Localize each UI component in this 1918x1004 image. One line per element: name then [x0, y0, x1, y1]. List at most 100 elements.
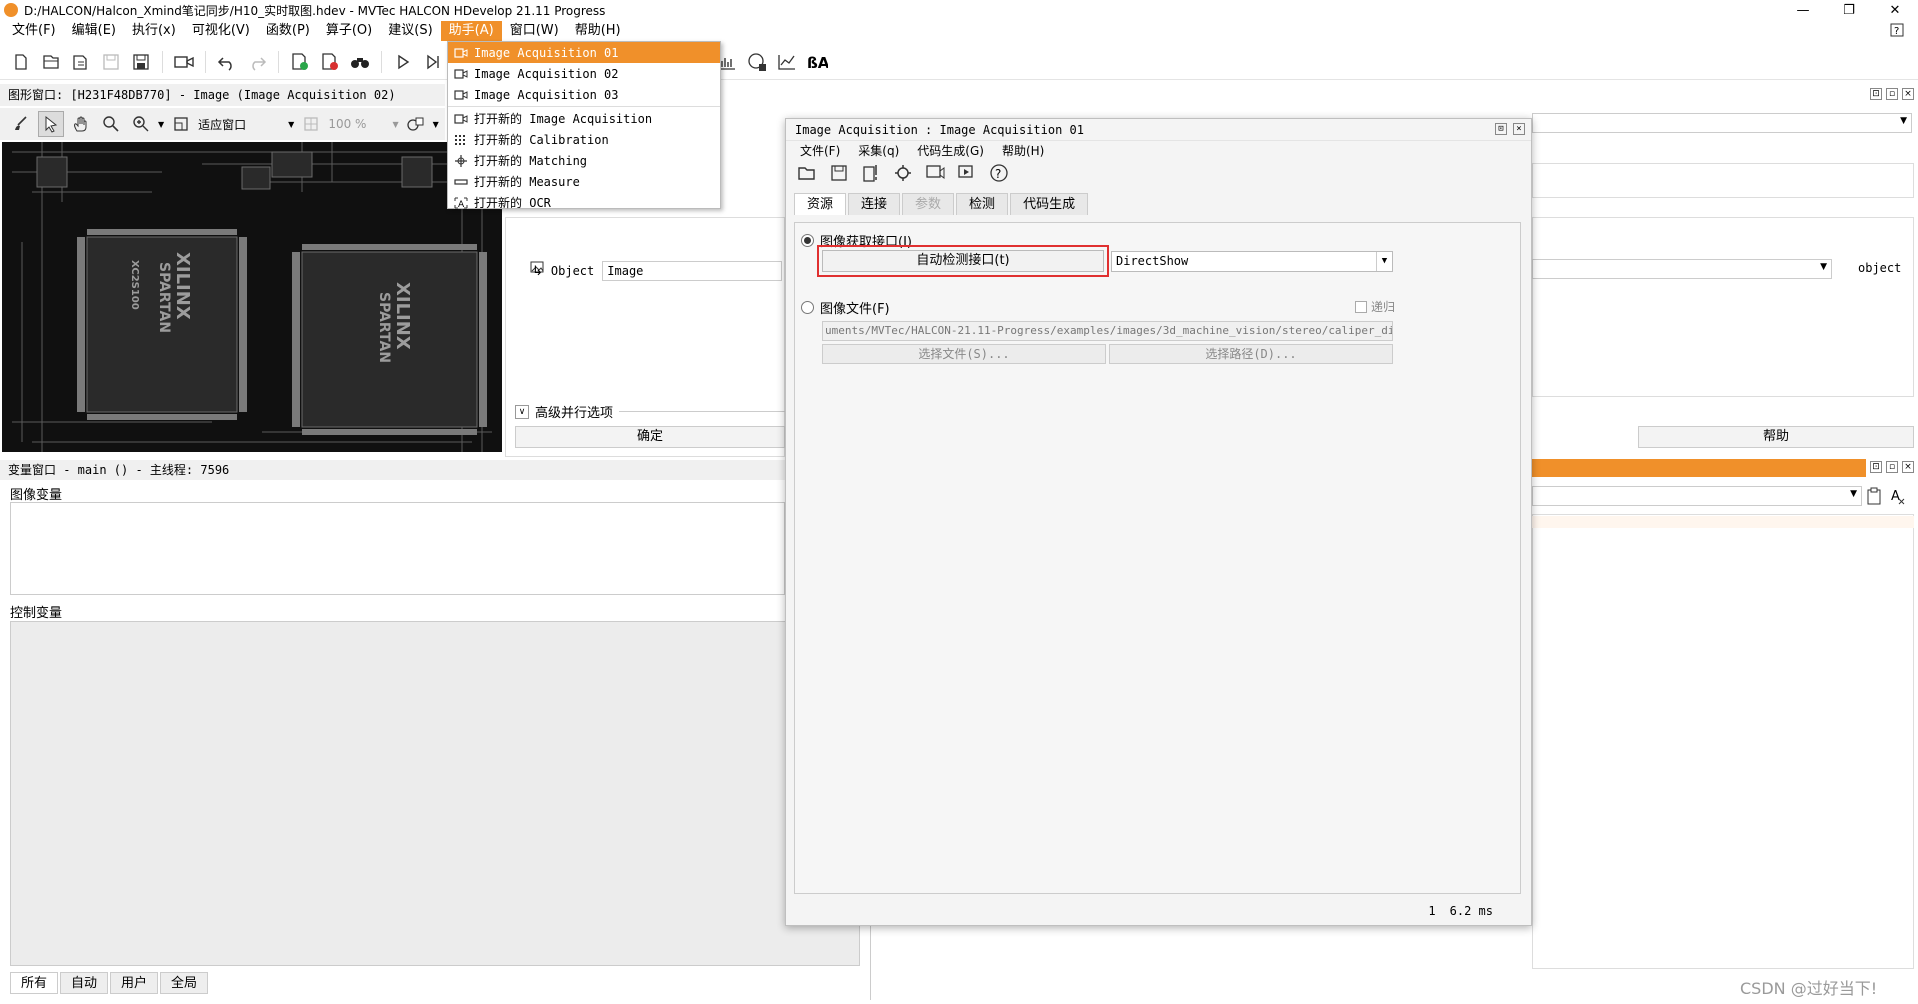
menu-functions[interactable]: 函数(P): [258, 21, 318, 41]
chevron-down-icon[interactable]: ▼: [1820, 262, 1827, 272]
menu-item-image-acquisition-02[interactable]: Image Acquisition 02: [448, 63, 720, 84]
ocr-font-icon[interactable]: ßA: [804, 49, 830, 75]
gray-histogram-icon[interactable]: [744, 49, 770, 75]
clipboard-icon[interactable]: [1866, 487, 1882, 505]
tab-source[interactable]: 资源: [794, 193, 847, 215]
chevron-down-icon[interactable]: ▼: [1850, 489, 1857, 499]
open-program-icon[interactable]: [68, 49, 94, 75]
save-disabled-icon[interactable]: [98, 49, 124, 75]
new-file-icon[interactable]: [8, 49, 34, 75]
menu-item-image-acquisition-03[interactable]: Image Acquisition 03: [448, 84, 720, 105]
tab-connection[interactable]: 连接: [848, 193, 901, 215]
open-folder-icon[interactable]: [794, 160, 820, 186]
tab-auto[interactable]: 自动: [60, 972, 109, 994]
help-button[interactable]: 帮助: [1638, 426, 1914, 448]
redo-icon[interactable]: [244, 49, 270, 75]
chevron-down-icon[interactable]: ▼: [392, 120, 398, 129]
menu-item-image-acquisition-01[interactable]: Image Acquisition 01: [448, 42, 720, 63]
undo-icon[interactable]: [214, 49, 240, 75]
image-variables-area[interactable]: [10, 502, 785, 595]
radio-button[interactable]: [801, 234, 814, 247]
float-panel-icon[interactable]: ⊡: [1870, 461, 1882, 473]
recursive-checkbox[interactable]: 递归: [1355, 298, 1395, 315]
snap-settings-icon[interactable]: [890, 160, 916, 186]
fit-window-label[interactable]: 适应窗口: [198, 116, 246, 133]
whats-this-icon[interactable]: ?: [1890, 22, 1906, 38]
object-type-combo[interactable]: ▼: [1532, 259, 1832, 279]
zoom-in-icon[interactable]: [128, 111, 154, 137]
maximize-panel-icon[interactable]: ▫: [1886, 461, 1898, 473]
chevron-down-icon[interactable]: ∨: [515, 404, 529, 419]
tab-user[interactable]: 用户: [110, 972, 159, 994]
menu-window[interactable]: 窗口(W): [502, 21, 567, 41]
magnifier-icon[interactable]: [98, 111, 124, 137]
float-panel-icon[interactable]: ⊡: [1870, 88, 1882, 100]
tab-all[interactable]: 所有: [10, 972, 59, 994]
image-path-field[interactable]: uments/MVTec/HALCON-21.11-Progress/examp…: [822, 321, 1393, 341]
dialog-menu-acquire[interactable]: 采集(q): [850, 142, 907, 159]
menu-file[interactable]: 文件(F): [4, 21, 64, 41]
snap-image-icon[interactable]: [922, 160, 948, 186]
insert-code-icon[interactable]: [287, 49, 313, 75]
menu-edit[interactable]: 编辑(E): [64, 21, 124, 41]
operator-combo[interactable]: ▼: [1532, 113, 1912, 133]
close-dialog-icon[interactable]: ×: [1513, 123, 1525, 135]
maximize-button[interactable]: ❐: [1826, 0, 1872, 20]
ok-button[interactable]: 确定: [515, 426, 785, 448]
menu-suggestions[interactable]: 建议(S): [380, 21, 440, 41]
clear-brush-icon[interactable]: [8, 111, 34, 137]
menu-help[interactable]: 帮助(H): [567, 21, 629, 41]
close-button[interactable]: ✕: [1872, 0, 1918, 20]
help-circle-icon[interactable]: ?: [986, 160, 1012, 186]
tab-parameters[interactable]: 参数: [902, 193, 955, 215]
live-video-icon[interactable]: [954, 160, 980, 186]
draw-shape-icon[interactable]: [403, 111, 429, 137]
chevron-down-icon[interactable]: ▼: [288, 120, 294, 129]
radio-image-file[interactable]: 图像文件(F): [801, 298, 890, 317]
chevron-down-icon[interactable]: ▼: [1900, 116, 1907, 126]
binoculars-icon[interactable]: [347, 49, 373, 75]
zoom-value[interactable]: 100 %: [328, 117, 366, 131]
open-file-icon[interactable]: [38, 49, 64, 75]
tab-global[interactable]: 全局: [160, 972, 209, 994]
advanced-options-row[interactable]: ∨ 高级并行选项: [515, 402, 790, 421]
program-window[interactable]: [1532, 514, 1914, 969]
menu-item-new-matching[interactable]: 打开新的 Matching: [448, 150, 720, 171]
hand-pan-icon[interactable]: [68, 111, 94, 137]
object-field[interactable]: Image: [602, 261, 783, 281]
menu-item-new-image-acquisition[interactable]: 打开新的 Image Acquisition: [448, 108, 720, 129]
run-icon[interactable]: [390, 49, 416, 75]
chevron-down-icon[interactable]: ▼: [1376, 252, 1392, 271]
menu-visualize[interactable]: 可视化(V): [184, 21, 258, 41]
tab-inspect[interactable]: 检测: [956, 193, 1009, 215]
float-dialog-icon[interactable]: ⊡: [1495, 123, 1507, 135]
dialog-menu-codegen[interactable]: 代码生成(G): [909, 142, 992, 159]
program-combo[interactable]: ▼: [1532, 486, 1862, 506]
graphics-window-image[interactable]: XILINX SPARTAN XC2S100 XILINX SPARTAN: [2, 142, 502, 452]
save-icon[interactable]: [128, 49, 154, 75]
menu-item-new-calibration[interactable]: 打开新的 Calibration: [448, 129, 720, 150]
interface-select[interactable]: DirectShow ▼: [1111, 251, 1393, 272]
menu-item-new-ocr[interactable]: A 打开新的 OCR: [448, 192, 720, 213]
dialog-menu-help[interactable]: 帮助(H): [994, 142, 1052, 159]
clear-format-icon[interactable]: A: [1890, 487, 1906, 505]
chevron-down-icon[interactable]: ▼: [433, 120, 439, 129]
menu-assistants[interactable]: 助手(A): [440, 21, 502, 41]
feature-inspection-icon[interactable]: [774, 49, 800, 75]
menu-item-new-measure[interactable]: 打开新的 Measure: [448, 171, 720, 192]
dialog-menu-file[interactable]: 文件(F): [792, 142, 848, 159]
tab-code-generation[interactable]: 代码生成: [1010, 193, 1089, 215]
pointer-icon[interactable]: [38, 111, 64, 137]
radio-button[interactable]: [801, 301, 814, 314]
remove-code-icon[interactable]: [317, 49, 343, 75]
step-over-icon[interactable]: [420, 49, 446, 75]
chevron-down-icon[interactable]: ▼: [158, 120, 164, 129]
checkbox[interactable]: [1355, 300, 1367, 313]
close-panel-icon[interactable]: ×: [1902, 461, 1914, 473]
select-path-button[interactable]: 选择路径(D)...: [1109, 344, 1393, 364]
menu-execute[interactable]: 执行(x): [124, 21, 184, 41]
maximize-panel-icon[interactable]: ▫: [1886, 88, 1898, 100]
select-file-button[interactable]: 选择文件(S)...: [822, 344, 1106, 364]
video-camera-icon[interactable]: [171, 49, 197, 75]
save-icon[interactable]: [826, 160, 852, 186]
